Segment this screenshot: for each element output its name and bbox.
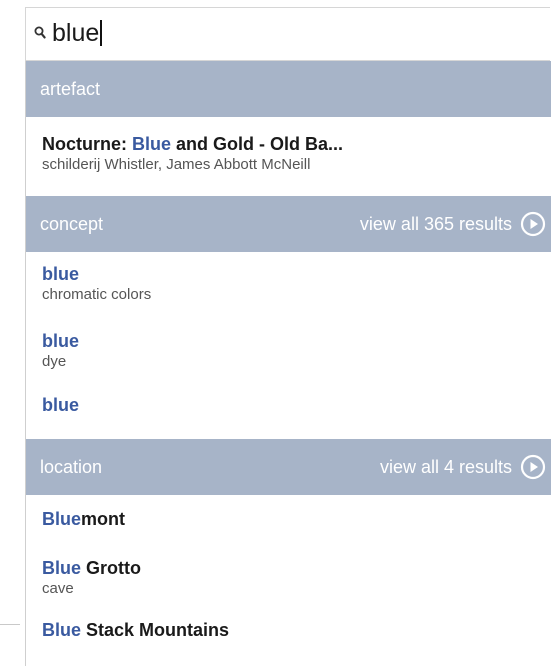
text-caret xyxy=(100,20,103,46)
view-all-location-link[interactable]: view all 4 results xyxy=(380,439,546,495)
section-title: location xyxy=(40,457,103,477)
section-title: concept xyxy=(40,214,104,234)
play-circle-icon xyxy=(520,211,546,237)
search-icon xyxy=(34,26,46,39)
play-circle-icon xyxy=(520,454,546,480)
autocomplete-dropdown: artefact Nocturne: Blue and Gold - Old B… xyxy=(25,61,551,666)
result-title: blue xyxy=(42,264,80,284)
result-item-location[interactable]: Blue Stack Mountains xyxy=(26,611,551,651)
result-title: Blue Grotto xyxy=(42,558,142,578)
result-item-concept[interactable]: blue xyxy=(26,384,551,439)
result-subtitle: dye xyxy=(42,353,67,370)
result-title: blue xyxy=(42,395,80,415)
result-title: Bluemont xyxy=(42,509,126,529)
result-title: Nocturne: Blue and Gold - Old Ba... xyxy=(42,134,344,154)
result-item-concept[interactable]: blue chromatic colors xyxy=(26,252,551,320)
result-item-artefact[interactable]: Nocturne: Blue and Gold - Old Ba... schi… xyxy=(26,117,551,196)
result-item-location[interactable]: Bluemont xyxy=(26,495,551,545)
search-query-text: blue xyxy=(52,18,103,48)
section-title: artefact xyxy=(40,79,101,99)
result-item-location[interactable]: Blue Grotto cave xyxy=(26,545,551,611)
section-header-artefact: artefact xyxy=(26,61,551,117)
section-header-concept: concept view all 365 results xyxy=(26,196,551,252)
result-subtitle: chromatic colors xyxy=(42,286,152,303)
result-title: blue xyxy=(42,331,80,351)
divider xyxy=(0,624,20,625)
section-header-location: location view all 4 results xyxy=(26,439,551,495)
view-all-concept-link[interactable]: view all 365 results xyxy=(360,196,546,252)
result-subtitle: cave xyxy=(42,580,74,597)
result-item-concept[interactable]: blue dye xyxy=(26,320,551,384)
search-input[interactable]: blue xyxy=(25,7,550,61)
result-subtitle: schilderij Whistler, James Abbott McNeil… xyxy=(42,156,311,173)
result-title: Blue Stack Mountains xyxy=(42,620,230,640)
